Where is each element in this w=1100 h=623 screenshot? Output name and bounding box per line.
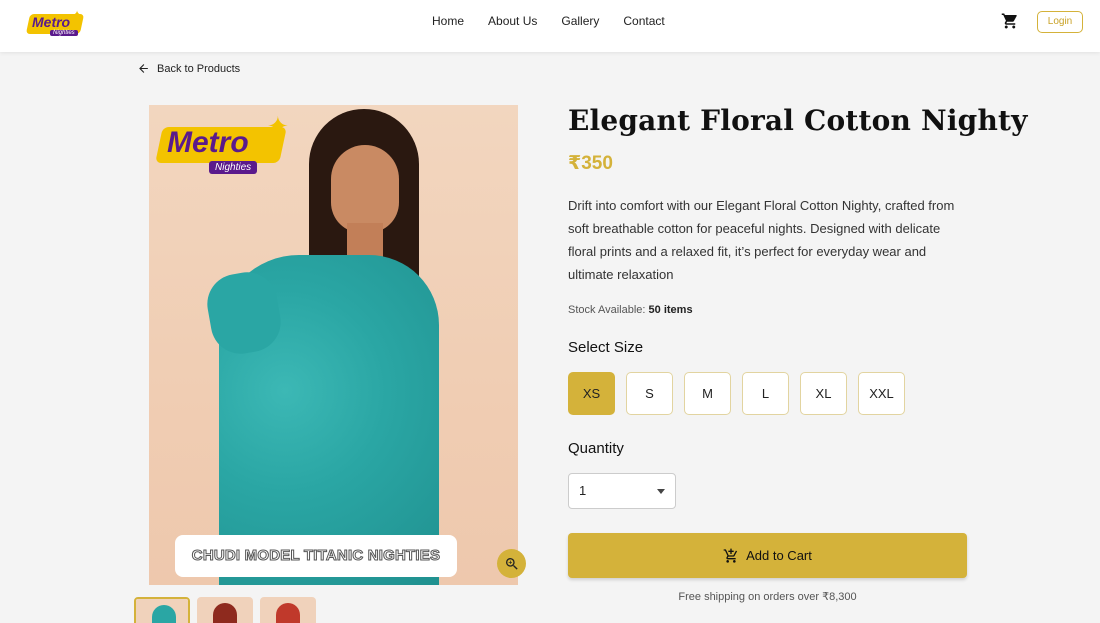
thumbnail-1[interactable] [134,597,190,623]
nav-gallery[interactable]: Gallery [561,14,599,28]
size-label: Select Size [568,339,644,356]
size-option-xs[interactable]: XS [568,372,615,415]
stock-label: Stock Available: [568,304,646,316]
size-option-s[interactable]: S [626,372,673,415]
image-logo-tagline: Nighties [209,161,258,174]
quantity-select[interactable]: 1 [568,473,676,509]
back-label: Back to Products [157,62,241,75]
thumbnail-strip [134,597,316,623]
quantity-value: 1 [579,483,587,498]
arrow-left-icon [139,64,148,73]
stock-info: Stock Available: 50 items [568,304,693,316]
size-option-l[interactable]: L [742,372,789,415]
size-option-xl[interactable]: XL [800,372,847,415]
back-to-products-link[interactable]: Back to Products [137,62,240,75]
logo-tagline: Nighties [50,30,78,36]
nav-contact[interactable]: Contact [623,14,664,28]
thumbnail-3[interactable] [260,597,316,623]
model-face [331,145,399,233]
product-main-image[interactable]: Metro Nighties ✦ CHUDI MODEL TITANIC NIG… [149,105,518,585]
product-title: Elegant Floral Cotton Nighty [568,104,1028,137]
shipping-note: Free shipping on orders over ₹8,300 [678,591,857,603]
stock-value: 50 items [648,304,693,316]
image-brand-logo: Metro Nighties ✦ [155,111,295,177]
zoom-icon[interactable] [497,549,526,578]
image-caption: CHUDI MODEL TITANIC NIGHTIES [175,535,457,577]
thumbnail-2[interactable] [197,597,253,623]
size-options: XS S M L XL XXL [568,372,916,415]
main-nav: Home About Us Gallery Contact [432,14,665,28]
nav-about-us[interactable]: About Us [488,14,537,28]
image-logo-star-icon: ✦ [267,111,289,141]
size-option-xxl[interactable]: XXL [858,372,905,415]
image-logo-wordmark: Metro [167,126,249,159]
size-option-m[interactable]: M [684,372,731,415]
site-header: Metro Nighties ✦ Home About Us Gallery C… [0,0,1100,52]
add-to-cart-label: Add to Cart [746,548,812,563]
login-button[interactable]: Login [1037,11,1083,33]
logo-star-icon: ✦ [72,8,83,22]
brand-logo[interactable]: Metro Nighties ✦ [25,8,86,38]
chevron-down-icon [657,489,665,494]
quantity-label: Quantity [568,440,624,457]
add-cart-icon [723,548,738,563]
nav-home[interactable]: Home [432,14,464,28]
product-description: Drift into comfort with our Elegant Flor… [568,198,955,282]
cart-icon[interactable] [1001,12,1021,32]
add-to-cart-button[interactable]: Add to Cart [568,533,967,578]
logo-wordmark: Metro [32,14,71,30]
product-price: ₹350 [568,153,613,174]
